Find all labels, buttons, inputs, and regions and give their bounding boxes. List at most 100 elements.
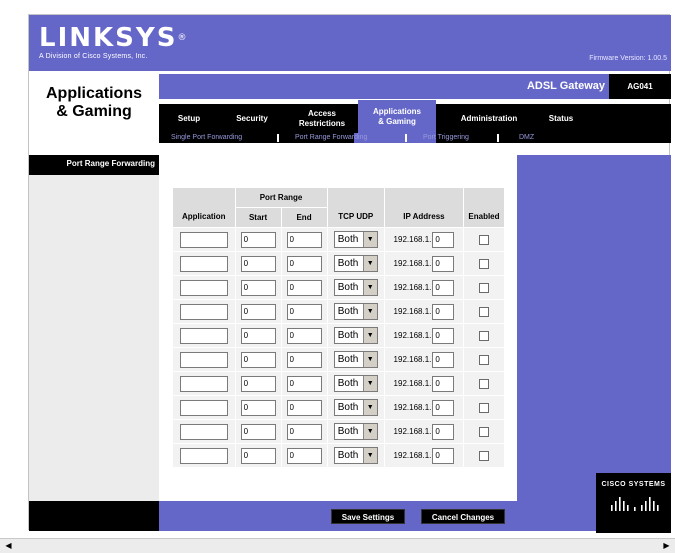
application-name-input[interactable] bbox=[179, 447, 228, 464]
ip-last-octet-input[interactable] bbox=[432, 375, 455, 392]
save-settings-button[interactable]: Save Settings bbox=[331, 509, 405, 524]
end-port-input[interactable] bbox=[286, 279, 322, 296]
enabled-checkbox[interactable] bbox=[478, 258, 489, 269]
chevron-down-icon[interactable]: ▼ bbox=[362, 424, 377, 439]
subnav-port-range-forwarding[interactable]: Port Range Forwarding bbox=[295, 133, 367, 143]
end-port-input[interactable] bbox=[286, 303, 322, 320]
protocol-select-value: Both bbox=[337, 426, 359, 437]
cell-end bbox=[280, 443, 328, 468]
footer-left bbox=[29, 501, 159, 531]
enabled-checkbox[interactable] bbox=[478, 234, 489, 245]
tab-administration[interactable]: Administration bbox=[449, 104, 529, 133]
col-start: Start bbox=[234, 207, 282, 228]
start-port-input[interactable] bbox=[240, 423, 276, 440]
tab-security[interactable]: Security bbox=[225, 104, 279, 133]
tab-applications-gaming[interactable]: Applications & Gaming bbox=[358, 100, 436, 133]
table-row: Both▼ 192.168.1. bbox=[172, 395, 506, 420]
tab-status[interactable]: Status bbox=[539, 104, 583, 133]
application-name-input[interactable] bbox=[179, 327, 228, 344]
chevron-down-icon[interactable]: ▼ bbox=[362, 256, 377, 271]
start-port-input[interactable] bbox=[240, 447, 276, 464]
ip-last-octet-input[interactable] bbox=[432, 231, 455, 248]
application-name-input[interactable] bbox=[179, 423, 228, 440]
cell-application bbox=[172, 371, 236, 396]
cell-protocol: Both ▼ bbox=[326, 443, 385, 468]
protocol-select[interactable]: Both ▼ bbox=[333, 327, 378, 344]
cell-end bbox=[280, 323, 328, 348]
end-port-input[interactable] bbox=[286, 447, 322, 464]
enabled-checkbox[interactable] bbox=[478, 450, 489, 461]
start-port-input[interactable] bbox=[240, 375, 276, 392]
protocol-select[interactable]: Both ▼ bbox=[333, 399, 378, 416]
cell-application bbox=[172, 323, 236, 348]
application-name-input[interactable] bbox=[179, 399, 228, 416]
chevron-down-icon[interactable]: ▼ bbox=[362, 448, 377, 463]
ip-last-octet-input[interactable] bbox=[432, 303, 455, 320]
protocol-select[interactable]: Both ▼ bbox=[333, 255, 378, 272]
horizontal-scrollbar[interactable]: ◀ ▶ bbox=[0, 538, 675, 553]
end-port-input[interactable] bbox=[286, 399, 322, 416]
start-port-input[interactable] bbox=[240, 279, 276, 296]
application-name-input[interactable] bbox=[179, 231, 228, 248]
firmware-version: Firmware Version: 1.00.5 bbox=[589, 55, 667, 62]
protocol-select[interactable]: Both ▼ bbox=[333, 303, 378, 320]
arrow-right-icon[interactable]: ▶ bbox=[660, 540, 673, 552]
chevron-down-icon[interactable]: ▼ bbox=[362, 400, 377, 415]
enabled-checkbox[interactable] bbox=[478, 426, 489, 437]
ip-last-octet-input[interactable] bbox=[432, 423, 455, 440]
subnav-port-triggering[interactable]: Port Triggering bbox=[423, 133, 469, 143]
protocol-select[interactable]: Both ▼ bbox=[333, 279, 378, 296]
col-end: End bbox=[280, 207, 328, 228]
cell-enabled bbox=[462, 227, 506, 252]
end-port-input[interactable] bbox=[286, 351, 322, 368]
ip-last-octet-input[interactable] bbox=[432, 351, 455, 368]
application-name-input[interactable] bbox=[179, 279, 228, 296]
chevron-down-icon[interactable]: ▼ bbox=[362, 280, 377, 295]
chevron-down-icon[interactable]: ▼ bbox=[362, 304, 377, 319]
start-port-input[interactable] bbox=[240, 255, 276, 272]
subnav-dmz[interactable]: DMZ bbox=[519, 133, 534, 143]
protocol-select[interactable]: Both ▼ bbox=[333, 231, 378, 248]
start-port-input[interactable] bbox=[240, 399, 276, 416]
cancel-changes-button[interactable]: Cancel Changes bbox=[421, 509, 505, 524]
application-name-input[interactable] bbox=[179, 255, 228, 272]
end-port-input[interactable] bbox=[286, 255, 322, 272]
protocol-select[interactable]: Both ▼ bbox=[333, 351, 378, 368]
ip-last-octet-input[interactable] bbox=[432, 327, 455, 344]
end-port-input[interactable] bbox=[286, 375, 322, 392]
enabled-checkbox[interactable] bbox=[478, 282, 489, 293]
enabled-checkbox[interactable] bbox=[478, 354, 489, 365]
arrow-left-icon[interactable]: ◀ bbox=[2, 540, 15, 552]
protocol-select[interactable]: Both ▼ bbox=[333, 423, 378, 440]
tab-access-restrictions[interactable]: Access Restrictions bbox=[291, 104, 353, 133]
start-port-input[interactable] bbox=[240, 327, 276, 344]
enabled-checkbox[interactable] bbox=[478, 330, 489, 341]
chevron-down-icon[interactable]: ▼ bbox=[362, 232, 377, 247]
protocol-select[interactable]: Both ▼ bbox=[333, 447, 378, 464]
enabled-checkbox[interactable] bbox=[478, 306, 489, 317]
ip-last-octet-input[interactable] bbox=[432, 447, 455, 464]
table-header-row: Application Port Range TCP UDP IP Addres… bbox=[172, 187, 506, 228]
start-port-input[interactable] bbox=[240, 303, 276, 320]
subnav-single-port-forwarding[interactable]: Single Port Forwarding bbox=[171, 133, 242, 143]
end-port-input[interactable] bbox=[286, 231, 322, 248]
table-row: Both▼ 192.168.1. bbox=[172, 251, 506, 276]
enabled-checkbox[interactable] bbox=[478, 402, 489, 413]
chevron-down-icon[interactable]: ▼ bbox=[362, 328, 377, 343]
cisco-systems-logo: CISCO SYSTEMS bbox=[596, 473, 671, 533]
end-port-input[interactable] bbox=[286, 423, 322, 440]
enabled-checkbox[interactable] bbox=[478, 378, 489, 389]
chevron-down-icon[interactable]: ▼ bbox=[362, 376, 377, 391]
protocol-select[interactable]: Both ▼ bbox=[333, 375, 378, 392]
chevron-down-icon[interactable]: ▼ bbox=[362, 352, 377, 367]
ip-last-octet-input[interactable] bbox=[432, 279, 455, 296]
start-port-input[interactable] bbox=[240, 351, 276, 368]
ip-last-octet-input[interactable] bbox=[432, 399, 455, 416]
application-name-input[interactable] bbox=[179, 303, 228, 320]
ip-last-octet-input[interactable] bbox=[432, 255, 455, 272]
end-port-input[interactable] bbox=[286, 327, 322, 344]
application-name-input[interactable] bbox=[179, 375, 228, 392]
application-name-input[interactable] bbox=[179, 351, 228, 368]
tab-setup[interactable]: Setup bbox=[167, 104, 211, 133]
start-port-input[interactable] bbox=[240, 231, 276, 248]
